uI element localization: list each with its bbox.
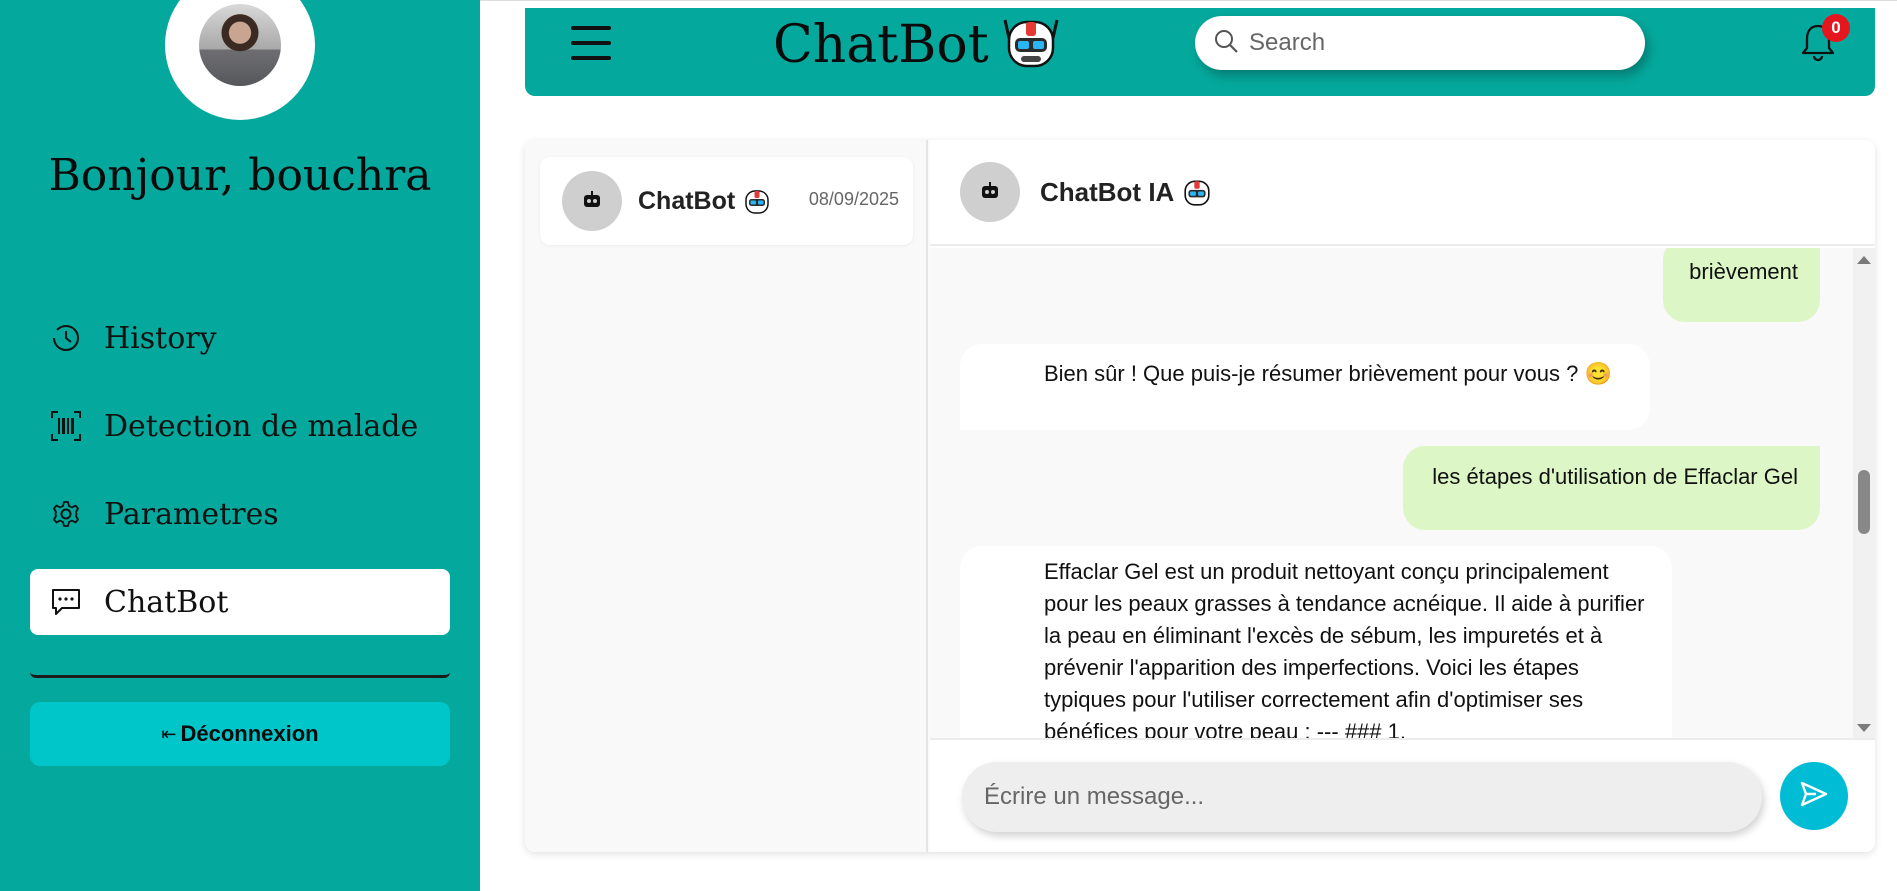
conversation-date: 08/09/2025: [808, 189, 899, 209]
bot-avatar-icon: [562, 171, 622, 231]
chat-window: ChatBot IA brièvement Bien sûr ! Que pui…: [930, 140, 1875, 852]
sidebar-nav: History Detection de malade Parametres C…: [30, 305, 450, 657]
nav-divider: [30, 672, 450, 678]
send-button[interactable]: [1780, 762, 1848, 830]
brand: ChatBot: [773, 14, 1059, 75]
avatar[interactable]: [199, 4, 281, 86]
logout-arrow-icon: ⇤: [161, 723, 177, 744]
chat-panel: ChatBot 08/09/2025 ChatBot IA brièvement…: [525, 140, 1875, 852]
message-input[interactable]: [962, 762, 1762, 832]
sidebar-item-label: ChatBot: [104, 584, 229, 620]
greeting-title: Bonjour, bouchra: [48, 150, 432, 201]
robot-icon: [1182, 177, 1212, 207]
bot-message: Bien sûr ! Que puis-je résumer brièvemen…: [960, 344, 1650, 430]
chat-title-text: ChatBot IA: [1040, 176, 1175, 207]
scroll-up-arrow-icon[interactable]: [1857, 256, 1871, 264]
message-composer: [930, 738, 1875, 852]
gear-icon: [50, 498, 82, 530]
sidebar-item-parametres[interactable]: Parametres: [30, 481, 450, 547]
top-strip: [480, 0, 1897, 8]
brand-title: ChatBot: [773, 14, 989, 75]
sidebar: Bonjour, bouchra History Detection de ma…: [0, 0, 480, 891]
notification-badge: 0: [1822, 14, 1850, 42]
message-list: brièvement Bien sûr ! Que puis-je résume…: [930, 248, 1875, 738]
conversation-list: ChatBot 08/09/2025: [525, 140, 928, 852]
barcode-scan-icon: [50, 410, 82, 442]
bot-avatar-icon: [960, 162, 1020, 222]
user-message: brièvement: [1663, 248, 1820, 322]
scroll-thumb[interactable]: [1858, 470, 1870, 534]
logout-label: Déconnexion: [180, 721, 319, 746]
top-navbar: ChatBot 0: [525, 8, 1875, 96]
send-icon: [1798, 778, 1830, 815]
conversation-name: ChatBot: [638, 187, 771, 216]
search-icon: [1213, 28, 1239, 59]
robot-icon: [1003, 14, 1059, 75]
chat-bubble-icon: [50, 586, 82, 618]
search-box[interactable]: [1195, 16, 1645, 70]
sidebar-item-detection[interactable]: Detection de malade: [30, 393, 450, 459]
hamburger-menu-icon[interactable]: [571, 26, 611, 62]
message-scrollbar[interactable]: [1853, 248, 1875, 738]
clock-icon: [50, 322, 82, 354]
sidebar-item-label: Parametres: [104, 496, 279, 532]
conversation-item[interactable]: ChatBot 08/09/2025: [540, 157, 913, 245]
chat-header: ChatBot IA: [930, 140, 1875, 246]
sidebar-item-chatbot[interactable]: ChatBot: [30, 569, 450, 635]
logout-button[interactable]: ⇤ Déconnexion: [30, 702, 450, 766]
sidebar-item-label: Detection de malade: [104, 408, 419, 444]
user-message: les étapes d'utilisation de Effaclar Gel: [1403, 446, 1820, 530]
conversation-name-text: ChatBot: [638, 186, 736, 215]
bot-message: Effaclar Gel est un produit nettoyant co…: [960, 546, 1672, 738]
profile-avatar-frame: [165, 0, 315, 120]
app-root: Bonjour, bouchra History Detection de ma…: [0, 0, 1897, 891]
search-input[interactable]: [1249, 29, 1609, 57]
scroll-down-arrow-icon[interactable]: [1857, 724, 1871, 732]
robot-icon: [743, 187, 771, 215]
chat-title: ChatBot IA: [1040, 177, 1212, 208]
sidebar-item-label: History: [104, 320, 217, 356]
sidebar-item-history[interactable]: History: [30, 305, 450, 371]
